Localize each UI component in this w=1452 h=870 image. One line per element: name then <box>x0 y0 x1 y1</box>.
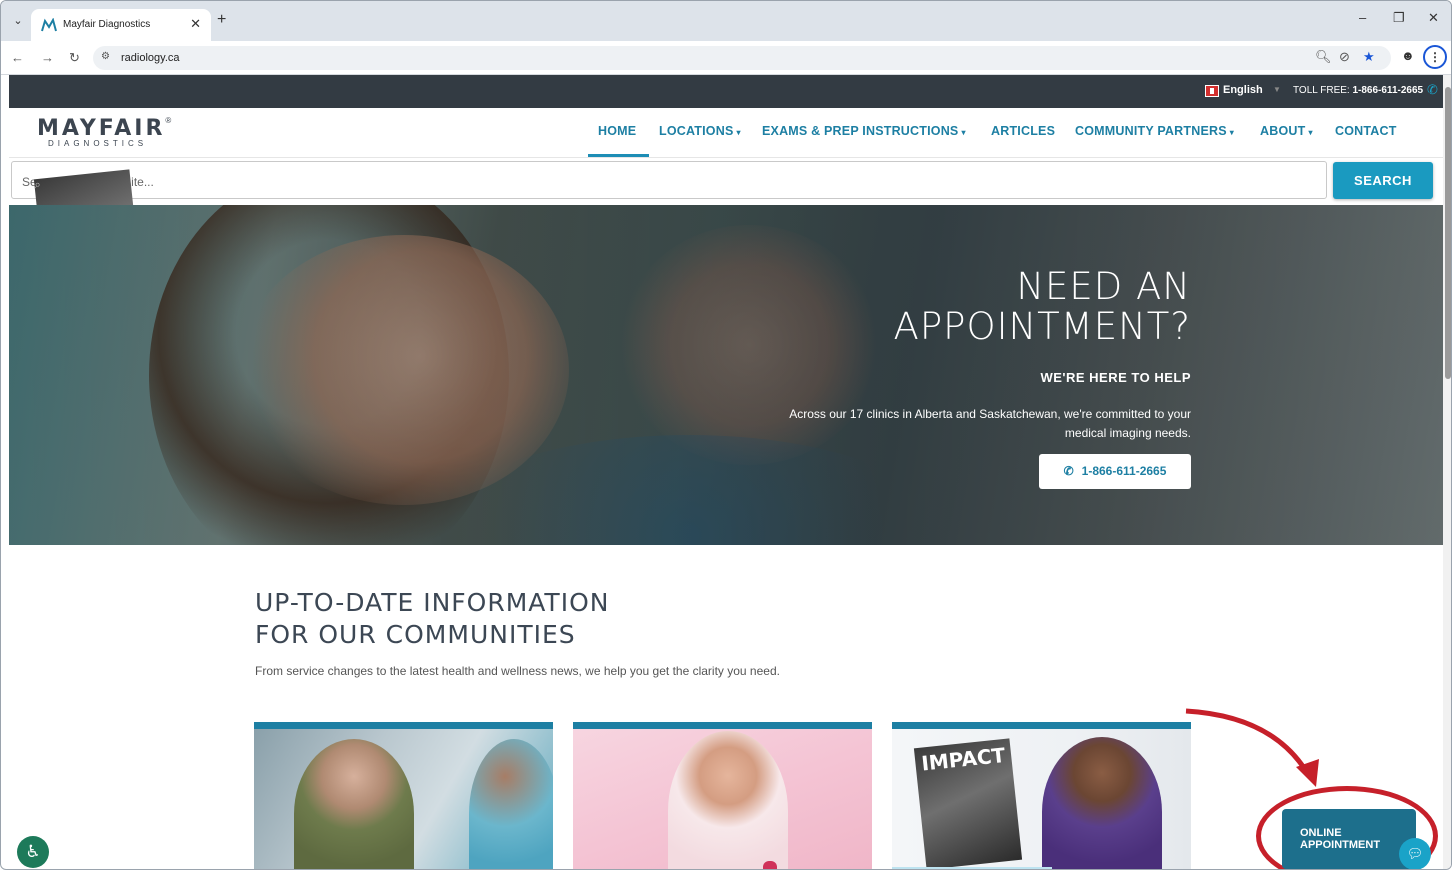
article-card[interactable]: IMPACT <box>892 722 1191 869</box>
logo-main-text: MAYFAIR <box>37 116 166 141</box>
close-window-icon[interactable]: ✕ <box>1428 10 1439 26</box>
tab-bar: ⌄ Mayfair Diagnostics ✕ + – ❐ ✕ <box>1 1 1451 41</box>
search-bar: Search Whole Website... ⌕ SEARCH <box>9 159 1443 301</box>
online-appointment-line1: ONLINE <box>1300 827 1342 839</box>
chat-icon[interactable]: 💬︎ <box>1399 838 1431 869</box>
nav-home[interactable]: HOME <box>598 124 636 138</box>
card-image-senior-man <box>294 739 414 869</box>
card-image-nurse <box>469 739 553 869</box>
search-input[interactable]: Search Whole Website... ⌕ <box>11 161 1327 301</box>
language-caret-icon[interactable]: ▼ <box>1273 85 1281 94</box>
minimize-icon[interactable]: – <box>1359 10 1366 25</box>
hero-text-line1: Across our 17 clinics in Alberta and Sas… <box>789 407 1191 421</box>
hero-subtitle: WE'RE HERE TO HELP <box>1040 370 1191 385</box>
nav-community-partners[interactable]: COMMUNITY PARTNERS ▾ <box>1075 124 1234 138</box>
search-button[interactable]: SEARCH <box>1333 162 1433 199</box>
nav-locations[interactable]: LOCATIONS ▾ <box>659 124 741 138</box>
bookmark-star-icon[interactable]: ★ <box>1363 49 1375 65</box>
nav-community-label: COMMUNITY PARTNERS <box>1075 124 1227 138</box>
card-image-doctor <box>1042 737 1162 869</box>
omnibox[interactable]: ⚙ radiology.ca 🔍︎ ⊘ ★ <box>93 46 1391 70</box>
utility-bar: English ▼ TOLL FREE: 1-866-611-2665 ✆ <box>9 75 1443 108</box>
phone-icon[interactable]: ✆ <box>1427 82 1438 98</box>
browser-window: ⌄ Mayfair Diagnostics ✕ + – ❐ ✕ ← → ↻ ⚙ … <box>0 0 1452 870</box>
hero-banner: NEED AN APPOINTMENT? WE'RE HERE TO HELP … <box>9 205 1443 545</box>
tab-title: Mayfair Diagnostics <box>63 19 151 30</box>
hero-description: Across our 17 clinics in Alberta and Sas… <box>731 405 1191 443</box>
phone-icon: ✆ <box>1063 464 1074 478</box>
nav-contact-label: CONTACT <box>1335 124 1397 138</box>
close-tab-icon[interactable]: ✕ <box>190 16 201 32</box>
section-title-line2: FOR OUR COMMUNITIES <box>255 620 576 649</box>
hero-title-line1: NEED AN <box>1016 265 1191 308</box>
reload-icon[interactable]: ↻ <box>69 50 80 66</box>
nav-locations-label: LOCATIONS <box>659 124 734 138</box>
toll-free-number[interactable]: 1-866-611-2665 <box>1352 85 1423 96</box>
zoom-icon[interactable]: 🔍︎ <box>1315 49 1332 65</box>
accessibility-icon[interactable]: ♿︎ <box>17 836 49 868</box>
url-text[interactable]: radiology.ca <box>121 52 180 64</box>
chevron-down-icon: ▾ <box>1308 128 1313 137</box>
logo-reg-mark: ® <box>165 116 172 125</box>
nav-exams-label: EXAMS & PREP INSTRUCTIONS <box>762 124 959 138</box>
chevron-down-icon: ▾ <box>961 128 966 137</box>
hero-title-line2: APPOINTMENT? <box>893 305 1191 348</box>
extension-icon[interactable]: ☻ <box>1401 48 1415 63</box>
canada-flag-icon[interactable] <box>1205 85 1219 97</box>
toll-free-text: TOLL FREE: 1-866-611-2665 <box>1293 85 1423 96</box>
section-title: UP-TO-DATE INFORMATION FOR OUR COMMUNITI… <box>255 587 609 651</box>
nav-articles[interactable]: ARTICLES <box>991 124 1055 138</box>
back-icon[interactable]: ← <box>11 50 24 65</box>
scrollbar-thumb[interactable] <box>1445 87 1451 379</box>
card-image-smiling-woman <box>668 731 788 869</box>
pink-ribbon-icon <box>763 861 777 869</box>
hero-title: NEED AN APPOINTMENT? <box>894 267 1191 347</box>
tab-list-chevron-icon[interactable]: ⌄ <box>9 12 27 30</box>
hero-text-line2: medical imaging needs. <box>1064 426 1191 440</box>
nav-home-label: HOME <box>598 124 637 138</box>
eye-off-icon[interactable]: ⊘ <box>1339 49 1350 65</box>
restore-icon[interactable]: ❐ <box>1393 10 1405 26</box>
hero-overlay <box>9 205 1443 545</box>
impact-magazine-image: IMPACT <box>913 738 1023 869</box>
nav-articles-label: ARTICLES <box>991 124 1056 138</box>
hero-phone-button[interactable]: ✆ 1-866-611-2665 <box>1039 454 1191 489</box>
browser-menu-icon[interactable]: ⋮ <box>1423 45 1447 69</box>
annotation-arrow-icon <box>1185 708 1319 787</box>
magazine-title: IMPACT <box>920 742 1007 776</box>
online-appointment-button[interactable]: ONLINE APPOINTMENT <box>1282 809 1416 869</box>
section-title-line1: UP-TO-DATE INFORMATION <box>255 588 610 617</box>
nav-about[interactable]: ABOUT ▾ <box>1260 124 1313 138</box>
hero-phone-number: 1-866-611-2665 <box>1081 464 1167 478</box>
nav-about-label: ABOUT <box>1260 124 1306 138</box>
article-card[interactable] <box>254 722 553 869</box>
new-tab-icon[interactable]: + <box>217 11 226 29</box>
toll-free-label: TOLL FREE: <box>1293 85 1350 96</box>
site-header: MAYFAIR® DIAGNOSTICS HOME LOCATIONS ▾ EXA… <box>9 108 1443 158</box>
forward-icon[interactable]: → <box>41 50 54 65</box>
chevron-down-icon: ▾ <box>1229 128 1234 137</box>
site-settings-icon[interactable]: ⚙ <box>101 51 110 62</box>
nav-exams-prep[interactable]: EXAMS & PREP INSTRUCTIONS ▾ <box>762 124 966 138</box>
mayfair-favicon-icon <box>41 18 57 32</box>
article-card[interactable] <box>573 722 872 869</box>
address-toolbar: ← → ↻ ⚙ radiology.ca 🔍︎ ⊘ ★ ☻ <box>1 41 1451 75</box>
chevron-down-icon: ▾ <box>736 128 741 137</box>
browser-tab[interactable]: Mayfair Diagnostics ✕ <box>31 9 211 41</box>
nav-contact[interactable]: CONTACT <box>1335 124 1397 138</box>
mayfair-logo[interactable]: MAYFAIR® DIAGNOSTICS <box>37 116 171 148</box>
section-description: From service changes to the latest healt… <box>255 664 780 678</box>
language-selector[interactable]: English <box>1223 84 1263 96</box>
active-nav-indicator <box>588 154 649 157</box>
